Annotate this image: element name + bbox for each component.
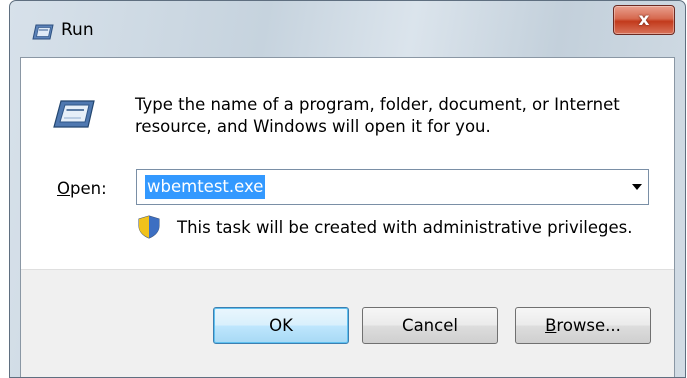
ok-button[interactable]: OK (213, 307, 349, 344)
button-bar: OK Cancel Browse... (21, 269, 674, 377)
run-dialog-window: Run x Type the name of a program, folder… (9, 0, 686, 378)
close-icon: x (638, 10, 650, 30)
open-label: Open: (57, 179, 107, 198)
open-label-text: pen: (70, 179, 107, 198)
dialog-body: Type the name of a program, folder, docu… (20, 57, 675, 377)
dialog-description: Type the name of a program, folder, docu… (135, 95, 620, 136)
shield-icon (138, 215, 160, 239)
open-input-value[interactable]: wbemtest.exe (145, 175, 266, 199)
open-combobox[interactable]: wbemtest.exe (136, 169, 649, 205)
admin-privileges-note: This task will be created with administr… (177, 218, 633, 237)
run-icon (53, 100, 95, 128)
browse-mnemonic: B (545, 316, 557, 335)
browse-label: rowse... (556, 316, 621, 335)
cancel-button[interactable]: Cancel (362, 307, 498, 344)
close-button[interactable]: x (613, 5, 675, 35)
title-bar[interactable]: Run x (10, 1, 685, 57)
browse-button[interactable]: Browse... (515, 307, 651, 344)
window-title: Run (61, 20, 94, 40)
run-title-icon (32, 24, 54, 40)
chevron-down-icon[interactable] (632, 184, 642, 190)
open-label-mnemonic: O (57, 179, 70, 198)
